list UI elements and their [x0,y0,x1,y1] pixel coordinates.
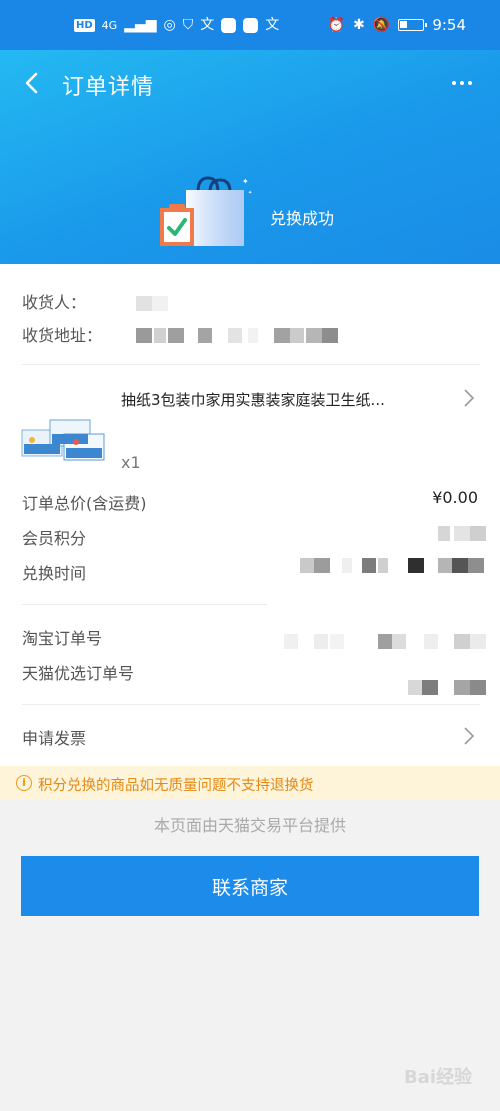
chevron-left-icon [25,72,38,94]
status-bar: HD 4G ▂▄▆ ◎ ⛉ 文 文 ⏰ ✱ 🔕 9:54 [0,0,500,50]
app-icon [221,17,237,33]
alarm-icon: ⏰ [327,17,346,33]
order-total-label: 订单总价(含运费) [22,494,147,513]
translate-icon-2: 文 [265,17,280,33]
shopping-bag-success-icon: ✦ ✦ [160,176,252,246]
taobao-order-label: 淘宝订单号 [22,629,103,648]
receiver-name-redacted [136,296,168,311]
shield-icon: ⛉ [182,17,194,33]
exchange-status: 兑换成功 [270,209,335,228]
bluetooth-icon: ✱ [353,17,365,33]
member-points-label: 会员积分 [22,529,87,548]
address-redacted [136,328,338,343]
order-detail-card: 收货人： 收货地址： 抽纸3包装巾家用实惠装家庭装卫生纸... x1 订单总价(… [0,264,500,766]
receiver-label: 收货人： [22,293,87,312]
watermark-logo: Bai经验 [403,1067,472,1088]
chevron-right-icon[interactable] [462,388,476,408]
tmall-order-redacted [408,680,486,695]
hotspot-icon: ◎ [163,17,176,33]
browser-icon [243,17,259,33]
more-dot-icon [452,81,456,85]
contact-merchant-button[interactable]: 联系商家 [21,856,479,916]
more-menu-button[interactable] [446,72,478,94]
translate-icon: 文 [200,17,215,33]
taobao-order-redacted [284,634,486,649]
invoice-label[interactable]: 申请发票 [22,725,86,749]
signal-icon: ▂▄▆ [124,17,157,33]
divider [22,704,480,705]
order-total-value: ¥0.00 [432,488,478,507]
return-policy-notice: i 积分兑换的商品如无质量问题不支持退换货 [0,766,500,800]
divider [22,364,480,365]
chevron-right-icon[interactable] [462,726,476,746]
divider [22,604,267,605]
more-dot-icon [460,81,464,85]
product-quantity: x1 [121,453,141,472]
address-label: 收货地址： [22,326,103,345]
notice-text: 积分兑换的商品如无质量问题不支持退换货 [38,778,314,794]
exchange-time-redacted [300,558,486,573]
svg-text:✦: ✦ [248,190,252,196]
product-thumbnail[interactable] [20,412,106,468]
page-title: 订单详情 [62,75,155,100]
battery-icon [398,19,428,31]
more-dot-icon [468,81,472,85]
svg-text:✦: ✦ [242,177,249,186]
clock: 9:54 [432,16,466,34]
tmall-order-label: 天猫优选订单号 [22,664,135,683]
info-icon: i [16,775,32,791]
network-label: 4G [101,18,118,32]
status-left-icons: HD 4G ▂▄▆ ◎ ⛉ 文 文 [74,14,279,36]
exchange-time-label: 兑换时间 [22,564,87,583]
member-points-redacted [438,526,486,541]
product-title[interactable]: 抽纸3包装巾家用实惠装家庭装卫生纸... [121,389,439,410]
platform-note: 本页面由天猫交易平台提供 [153,816,346,835]
order-header: 订单详情 ✦ ✦ 兑换成功 [0,50,500,264]
hd-badge: HD [74,18,95,32]
back-button[interactable] [18,68,48,98]
mute-icon: 🔕 [372,17,391,33]
status-right-icons: ⏰ ✱ 🔕 9:54 [328,14,466,36]
